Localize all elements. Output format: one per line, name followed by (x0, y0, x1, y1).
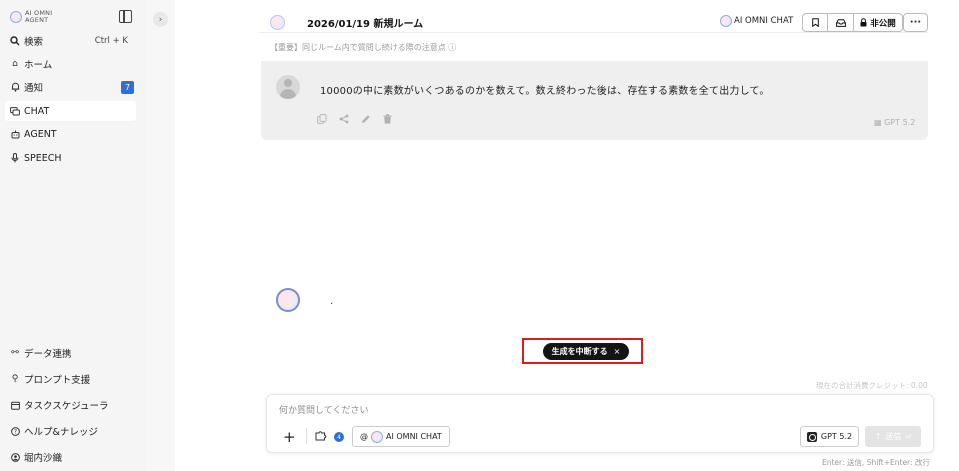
tool-count-badge: 4 (334, 432, 344, 442)
stop-generation-label: 生成を中断する (551, 347, 608, 356)
input-hint: Enter: 送信, Shift+Enter: 改行 (822, 458, 930, 467)
sidebar-item-label: プロンプト支援 (24, 375, 91, 386)
sidebar-item-agent[interactable]: AGENT (5, 124, 136, 144)
calendar-icon (10, 401, 20, 410)
sidebar-item-notifications[interactable]: 通知 7 (5, 77, 136, 97)
assistant-avatar (276, 288, 300, 312)
sidebar-item-data-integration[interactable]: ⚯ データ連携 (5, 343, 136, 363)
sidebar-item-label: タスクスケジューラ (24, 401, 109, 412)
send-button[interactable]: ↑ 送信 ⏎ (865, 426, 921, 447)
sidebar-toggle-icon[interactable] (119, 10, 132, 23)
user-avatar (276, 75, 300, 99)
sidebar-search[interactable]: 検索 Ctrl + K (5, 31, 136, 51)
copy-icon[interactable] (317, 114, 327, 127)
home-icon: ⌂ (12, 59, 18, 69)
close-icon: × (613, 347, 621, 356)
sidebar-item-label: 通知 (24, 83, 44, 94)
mic-icon (10, 153, 20, 163)
agent-chip-label: AI OMNI CHAT (386, 432, 442, 441)
chevron-right-icon[interactable]: › (153, 12, 168, 27)
sidebar-item-label: データ連携 (24, 349, 72, 360)
agent-icon (10, 130, 20, 139)
visibility-label: 非公開 (870, 18, 896, 29)
sidebar-item-label: SPEECH (24, 152, 62, 164)
link-icon: ⚯ (11, 348, 19, 358)
share-icon[interactable] (339, 114, 349, 127)
visibility-button[interactable]: 非公開 (854, 14, 902, 31)
arrow-up-icon: ↑ (874, 432, 882, 441)
lock-icon (860, 18, 867, 27)
help-icon: ? (10, 426, 20, 436)
user-message-card (261, 61, 928, 140)
user-message-text: 10000の中に素数がいくつあるのかを数えて。数え終わった後は、存在する素数を全… (320, 86, 770, 97)
prompt-icon: ⚲ (11, 374, 19, 384)
model-tag-label: AI OMNI CHAT (734, 16, 794, 26)
logo-orb-icon (10, 11, 22, 23)
send-label: 送信 (885, 432, 902, 441)
side-panel-strip (147, 0, 175, 471)
notification-count-badge: 7 (121, 80, 134, 94)
search-shortcut: Ctrl + K (94, 36, 128, 46)
more-options-icon[interactable]: ··· (903, 13, 928, 32)
at-sign: @ (360, 432, 368, 441)
sidebar-item-chat[interactable]: CHAT (5, 101, 136, 121)
svg-text:?: ? (13, 428, 16, 435)
sidebar-item-label: AGENT (24, 128, 57, 140)
archive-icon (835, 18, 846, 27)
chat-icon (10, 106, 20, 116)
message-actions (317, 114, 392, 127)
logo-text: AI OMNI AGENT (25, 9, 53, 24)
important-notice-link[interactable]: 【重要】同じルーム内で質問し続ける際の注意点 ⓘ (270, 42, 456, 53)
delete-icon[interactable] (383, 114, 392, 127)
message-model-label: ▦ GPT 5.2 (874, 118, 915, 127)
model-select-label: GPT 5.2 (820, 432, 853, 441)
sidebar: AI OMNI AGENT 検索 Ctrl + K ⌂ ホーム 通知 7 CHA… (0, 0, 147, 471)
stop-generation-button[interactable]: 生成を中断する × (543, 343, 629, 360)
model-chip-icon: ▦ (874, 118, 885, 127)
sidebar-item-task-scheduler[interactable]: タスクスケジューラ (5, 395, 136, 415)
sidebar-search-label: 検索 (24, 37, 44, 48)
edit-icon[interactable] (361, 114, 371, 127)
archive-button[interactable] (828, 14, 854, 31)
sidebar-item-label: ホーム (24, 60, 53, 71)
toolbar-divider (306, 428, 307, 444)
sidebar-item-help[interactable]: ? ヘルプ&ナレッジ (5, 421, 136, 441)
sidebar-item-label: 堀内沙織 (24, 453, 63, 464)
bookmark-icon (811, 18, 819, 27)
puzzle-icon (315, 431, 327, 441)
sidebar-item-user[interactable]: 堀内沙織 (5, 447, 136, 467)
sidebar-item-speech[interactable]: SPEECH (5, 148, 136, 168)
bell-icon (10, 82, 20, 92)
user-icon (10, 452, 20, 462)
header-divider (260, 32, 928, 33)
sidebar-item-home[interactable]: ⌂ ホーム (5, 54, 136, 74)
enter-key-icon: ⏎ (905, 432, 912, 441)
sidebar-item-label: CHAT (24, 105, 50, 117)
room-avatar-icon (270, 15, 285, 30)
ai-omni-chat-icon (720, 15, 732, 27)
room-title[interactable]: 2026/01/19 新規ルーム (307, 15, 423, 30)
model-select-button[interactable]: GPT 5.2 (800, 426, 859, 447)
sidebar-item-label: ヘルプ&ナレッジ (24, 427, 98, 438)
openai-icon (806, 431, 817, 442)
credits-total: 現在の合計消費クレジット: 0.00 (816, 381, 928, 390)
tools-button[interactable] (315, 430, 327, 444)
chat-input[interactable] (279, 404, 779, 418)
plus-icon[interactable]: + (283, 428, 296, 446)
ai-omni-chat-icon (371, 430, 383, 443)
sidebar-item-prompt-support[interactable]: ⚲ プロンプト支援 (5, 369, 136, 389)
message-model-name: GPT 5.2 (884, 118, 916, 127)
assistant-message-text: . (330, 296, 334, 307)
model-tag: AI OMNI CHAT (720, 15, 793, 27)
search-icon (10, 36, 20, 46)
bookmark-button[interactable] (803, 14, 828, 31)
room-actions: 非公開 (802, 13, 903, 32)
app-logo[interactable]: AI OMNI AGENT (10, 10, 69, 24)
agent-mention-chip[interactable]: @ AI OMNI CHAT (352, 426, 450, 447)
